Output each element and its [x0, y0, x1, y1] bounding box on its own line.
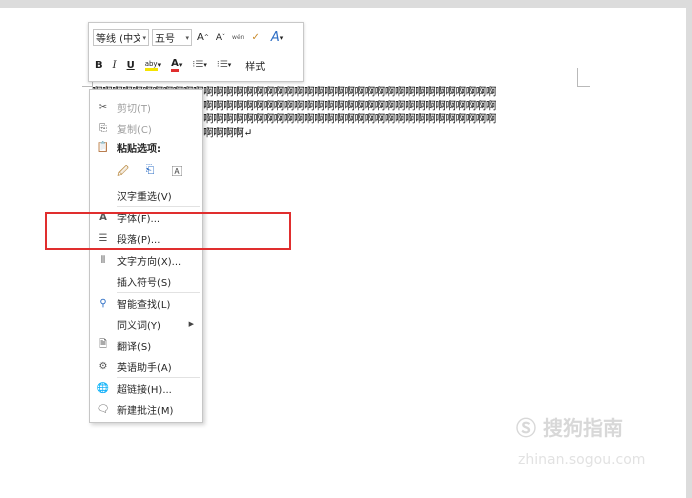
font-name-value: 等线 (中文	[96, 34, 141, 45]
context-menu: ✂ 剪切(T) ⎘ 复制(C) 📋 粘贴选项: 🖉 ⎗ 🄰 汉字重选(V) A …	[89, 89, 203, 423]
highlighter-icon: aby	[144, 60, 158, 71]
styles-gallery-button[interactable]: A ▾	[269, 30, 285, 46]
menu-paste-options-header: 📋 粘贴选项:	[96, 141, 161, 155]
menu-item-synonyms[interactable]: 同义词(Y) ▶	[90, 315, 202, 333]
search-icon: ⚲	[99, 297, 107, 309]
english-assistant-icon: ⚙	[98, 360, 108, 372]
styles-icon: A	[270, 30, 280, 45]
phonetic-guide-button[interactable]: wén	[230, 30, 246, 46]
chevron-right-icon: ▶	[188, 320, 194, 328]
bullets-icon: ⁝☰	[192, 60, 204, 70]
scissors-icon: ✂	[98, 101, 108, 113]
italic-button[interactable]: I	[111, 57, 119, 73]
menu-item-text-direction[interactable]: ⫴ 文字方向(X)...	[90, 251, 202, 269]
translate-icon: 🗎	[98, 338, 108, 350]
font-name-combo[interactable]: 等线 (中文 ▾	[93, 29, 149, 46]
menu-item-reconvert[interactable]: 汉字重选(V)	[90, 186, 202, 204]
margin-corner-right	[577, 68, 590, 87]
menu-item-hyperlink[interactable]: 🌐 超链接(H)...	[90, 379, 202, 397]
paste-keep-formatting-icon[interactable]: 🖉	[116, 163, 130, 179]
font-size-value: 五号	[155, 34, 175, 45]
mini-toolbar: 等线 (中文 ▾ 五号 ▾ A ^ Aˇ wén ✓ A ▾ B I U aby ▾ A ▾…	[88, 22, 304, 82]
paste-options-row: 🖉 ⎗ 🄰	[116, 163, 184, 179]
bold-button[interactable]: B	[93, 57, 105, 73]
font-size-combo[interactable]: 五号 ▾	[152, 29, 192, 46]
numbering-icon: ⁝☰	[216, 60, 228, 70]
separator	[117, 292, 200, 293]
paste-merge-formatting-icon[interactable]: ⎗	[143, 163, 157, 179]
highlight-button[interactable]: aby ▾	[143, 57, 163, 73]
paste-text-only-icon[interactable]: 🄰	[170, 163, 184, 179]
underline-button[interactable]: U	[125, 57, 137, 73]
watermark-brand: Ⓢ 搜狗指南	[516, 416, 623, 440]
separator	[117, 206, 200, 207]
menu-item-copy[interactable]: ⎘ 复制(C)	[90, 119, 202, 137]
menu-item-insert-symbol[interactable]: 插入符号(S)	[90, 272, 202, 290]
numbering-button[interactable]: ⁝☰ ▾	[215, 57, 233, 73]
shrink-font-button[interactable]: Aˇ	[214, 30, 227, 46]
menu-item-translate[interactable]: 🗎 翻译(S)	[90, 336, 202, 354]
chevron-down-icon: ▾	[142, 33, 146, 42]
separator	[117, 377, 200, 378]
clipboard-icon: 📋	[96, 141, 110, 153]
menu-item-new-comment[interactable]: 🗨 新建批注(M)	[90, 400, 202, 418]
font-color-icon: A	[171, 58, 179, 72]
format-painter-button[interactable]: ✓	[249, 30, 261, 46]
hyperlink-globe-icon: 🌐	[96, 382, 110, 394]
menu-item-smart-lookup[interactable]: ⚲ 智能查找(L)	[90, 294, 202, 312]
bullets-button[interactable]: ⁝☰ ▾	[190, 57, 208, 73]
highlight-annotation-box	[45, 212, 291, 250]
brush-icon: ✓	[251, 32, 260, 43]
font-color-button[interactable]: A ▾	[169, 57, 184, 73]
grow-font-button[interactable]: A ^	[195, 30, 211, 46]
sogou-logo-icon: Ⓢ	[516, 416, 536, 440]
text-direction-icon: ⫴	[100, 254, 106, 266]
styles-label[interactable]: 样式	[243, 57, 267, 73]
menu-item-cut[interactable]: ✂ 剪切(T)	[90, 98, 202, 116]
copy-icon: ⎘	[99, 122, 107, 134]
menu-item-english-assistant[interactable]: ⚙ 英语助手(A)	[90, 357, 202, 375]
watermark-url: zhinan.sogou.com	[518, 452, 646, 468]
comment-icon: 🗨	[96, 403, 110, 415]
chevron-down-icon: ▾	[185, 33, 189, 42]
